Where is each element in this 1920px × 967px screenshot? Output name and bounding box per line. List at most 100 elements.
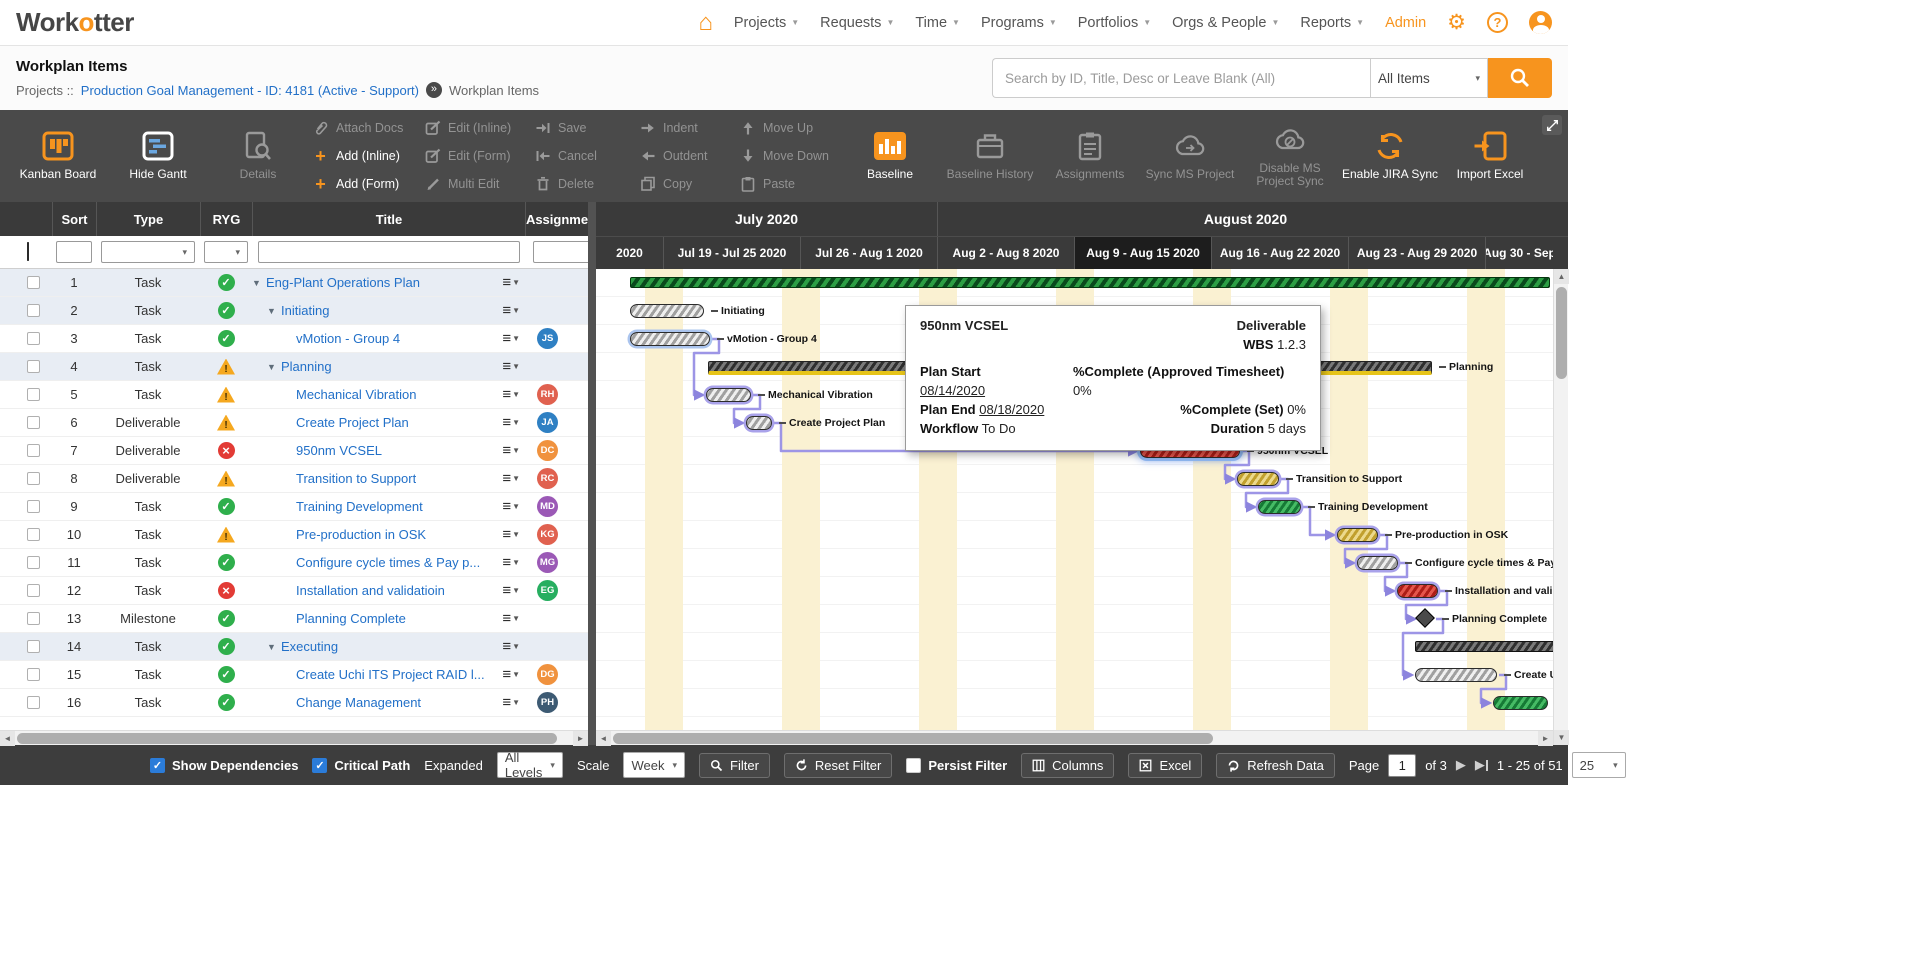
page-size-select[interactable]: 25 ▾ bbox=[1571, 752, 1626, 778]
row-title-link[interactable]: Create Project Plan bbox=[296, 415, 409, 430]
table-row[interactable]: 16 Task ✓ Change Management ≡ ▼ PH bbox=[0, 689, 588, 717]
table-row[interactable]: 12 Task × Installation and validatioin ≡ ▼ EG bbox=[0, 577, 588, 605]
gantt-bar[interactable] bbox=[1415, 668, 1497, 682]
header-title[interactable]: Title bbox=[252, 202, 525, 236]
gantt-bar[interactable] bbox=[1415, 641, 1553, 652]
kanban-board-button[interactable]: Kanban Board bbox=[8, 131, 108, 181]
row-menu-icon[interactable]: ≡ ▼ bbox=[502, 666, 525, 683]
gantt-bar[interactable] bbox=[630, 304, 704, 318]
columns-button[interactable]: Columns bbox=[1021, 752, 1115, 778]
row-menu-icon[interactable]: ≡ ▼ bbox=[502, 610, 525, 627]
scroll-right-icon[interactable]: ► bbox=[1538, 730, 1553, 746]
enable-jira-sync-button[interactable]: Enable JIRA Sync bbox=[1340, 131, 1440, 181]
nav-item-programs[interactable]: Programs ▼ bbox=[981, 15, 1057, 31]
row-checkbox[interactable] bbox=[27, 668, 40, 681]
row-title-link[interactable]: Training Development bbox=[296, 499, 423, 514]
row-title-link[interactable]: Executing bbox=[281, 639, 338, 654]
scale-select[interactable]: Week ▾ bbox=[623, 752, 686, 778]
assignee-avatar[interactable]: RC bbox=[537, 468, 558, 489]
nav-item-admin[interactable]: Admin bbox=[1385, 15, 1426, 31]
critical-path-toggle[interactable]: ✓ Critical Path bbox=[312, 757, 410, 773]
row-title-link[interactable]: Planning bbox=[281, 359, 332, 374]
row-checkbox[interactable] bbox=[27, 696, 40, 709]
hide-gantt-button[interactable]: Hide Gantt bbox=[108, 131, 208, 181]
gantt-bar[interactable] bbox=[1493, 696, 1548, 710]
table-row[interactable]: 2 Task ✓ ▼ Initiating ≡ ▼ bbox=[0, 297, 588, 325]
table-row[interactable]: 5 Task! Mechanical Vibration ≡ ▼ RH bbox=[0, 381, 588, 409]
row-title-link[interactable]: Eng-Plant Operations Plan bbox=[266, 275, 420, 290]
assignee-avatar[interactable]: DC bbox=[537, 440, 558, 461]
assignee-avatar[interactable]: KG bbox=[537, 524, 558, 545]
gear-icon[interactable]: ⚙ bbox=[1447, 12, 1466, 33]
table-row[interactable]: 1 Task ✓ ▼ Eng-Plant Operations Plan ≡ ▼ bbox=[0, 269, 588, 297]
type-filter-select[interactable]: ▾ bbox=[101, 241, 195, 263]
nav-item-orgs-people[interactable]: Orgs & People ▼ bbox=[1172, 15, 1279, 31]
user-avatar-icon[interactable] bbox=[1529, 11, 1552, 34]
filter-button[interactable]: Filter bbox=[699, 752, 770, 778]
row-checkbox[interactable] bbox=[27, 528, 40, 541]
row-menu-icon[interactable]: ≡ ▼ bbox=[502, 330, 525, 347]
scroll-up-icon[interactable]: ▲ bbox=[1554, 269, 1569, 284]
row-checkbox[interactable] bbox=[27, 556, 40, 569]
row-menu-icon[interactable]: ≡ ▼ bbox=[502, 442, 525, 459]
row-checkbox[interactable] bbox=[27, 472, 40, 485]
scroll-left-icon[interactable]: ◄ bbox=[596, 730, 611, 746]
row-menu-icon[interactable]: ≡ ▼ bbox=[502, 638, 525, 655]
nav-item-portfolios[interactable]: Portfolios ▼ bbox=[1078, 15, 1151, 31]
gantt-bar[interactable] bbox=[1397, 584, 1438, 598]
assignee-avatar[interactable]: EG bbox=[537, 580, 558, 601]
gantt-bar[interactable] bbox=[746, 416, 772, 430]
panel-splitter[interactable] bbox=[588, 202, 596, 745]
row-menu-icon[interactable]: ≡ ▼ bbox=[502, 694, 525, 711]
expand-toggle[interactable]: ▼ bbox=[267, 362, 281, 372]
row-menu-icon[interactable]: ≡ ▼ bbox=[502, 386, 525, 403]
gantt-bar[interactable] bbox=[706, 388, 751, 402]
critical-path-checkbox[interactable]: ✓ bbox=[312, 757, 328, 773]
row-checkbox[interactable] bbox=[27, 612, 40, 625]
baseline-button[interactable]: Baseline bbox=[840, 131, 940, 181]
assignee-avatar[interactable]: RH bbox=[537, 384, 558, 405]
table-row[interactable]: 6 Deliverable! Create Project Plan ≡ ▼ JA bbox=[0, 409, 588, 437]
scroll-left-icon[interactable]: ◄ bbox=[0, 730, 15, 746]
gantt-bar[interactable] bbox=[1337, 528, 1378, 542]
row-title-link[interactable]: Pre-production in OSK bbox=[296, 527, 426, 542]
table-row[interactable]: 7 Deliverable × 950nm VCSEL ≡ ▼ DC bbox=[0, 437, 588, 465]
row-menu-icon[interactable]: ≡ ▼ bbox=[502, 358, 525, 375]
assignee-avatar[interactable]: JS bbox=[537, 328, 558, 349]
import-excel-button[interactable]: Import Excel bbox=[1440, 131, 1540, 181]
table-row[interactable]: 9 Task ✓ Training Development ≡ ▼ MD bbox=[0, 493, 588, 521]
expanded-select[interactable]: All Levels ▾ bbox=[496, 750, 563, 780]
table-row[interactable]: 10 Task! Pre-production in OSK ≡ ▼ KG bbox=[0, 521, 588, 549]
show-dependencies-checkbox[interactable]: ✓ bbox=[150, 757, 165, 773]
table-row[interactable]: 4 Task! ▼ Planning ≡ ▼ bbox=[0, 353, 588, 381]
select-all-checkbox[interactable] bbox=[27, 242, 29, 261]
expand-toggle[interactable]: ▼ bbox=[252, 278, 266, 288]
row-title-link[interactable]: Configure cycle times & Pay p... bbox=[296, 555, 480, 570]
row-title-link[interactable]: Create Uchi ITS Project RAID l... bbox=[296, 667, 485, 682]
row-checkbox[interactable] bbox=[27, 332, 40, 345]
table-row[interactable]: 3 Task ✓ vMotion - Group 4 ≡ ▼ JS bbox=[0, 325, 588, 353]
nav-item-reports[interactable]: Reports ▼ bbox=[1300, 15, 1364, 31]
table-horizontal-scrollbar[interactable]: ◄ ► bbox=[0, 730, 588, 746]
expand-toolbar-icon[interactable] bbox=[1542, 115, 1562, 135]
table-row[interactable]: 8 Deliverable! Transition to Support ≡ ▼ RC bbox=[0, 465, 588, 493]
breadcrumb-project-link[interactable]: Production Goal Management - ID: 4181 (A… bbox=[81, 83, 419, 98]
row-menu-icon[interactable]: ≡ ▼ bbox=[502, 498, 525, 515]
row-menu-icon[interactable]: ≡ ▼ bbox=[502, 274, 525, 291]
persist-filter-toggle[interactable]: Persist Filter bbox=[906, 757, 1007, 773]
row-menu-icon[interactable]: ≡ ▼ bbox=[502, 302, 525, 319]
row-title-link[interactable]: Installation and validatioin bbox=[296, 583, 445, 598]
gantt-vertical-scrollbar[interactable]: ▲ ▼ bbox=[1553, 269, 1569, 745]
row-checkbox[interactable] bbox=[27, 500, 40, 513]
next-page-icon[interactable]: ▶ bbox=[1456, 757, 1466, 773]
reset-filter-button[interactable]: Reset Filter bbox=[783, 752, 893, 778]
last-page-icon[interactable]: ▶ bbox=[1475, 757, 1488, 773]
help-icon[interactable]: ? bbox=[1487, 12, 1508, 33]
search-input[interactable] bbox=[992, 58, 1370, 98]
scroll-thumb[interactable] bbox=[613, 732, 1213, 744]
row-title-link[interactable]: Planning Complete bbox=[296, 611, 406, 626]
table-row[interactable]: 11 Task ✓ Configure cycle times & Pay p... ≡… bbox=[0, 549, 588, 577]
table-row[interactable]: 13 Milestone ✓ Planning Complete ≡ ▼ bbox=[0, 605, 588, 633]
assignee-avatar[interactable]: MD bbox=[537, 496, 558, 517]
add-inline-button[interactable]: + Add (Inline) bbox=[308, 145, 420, 168]
